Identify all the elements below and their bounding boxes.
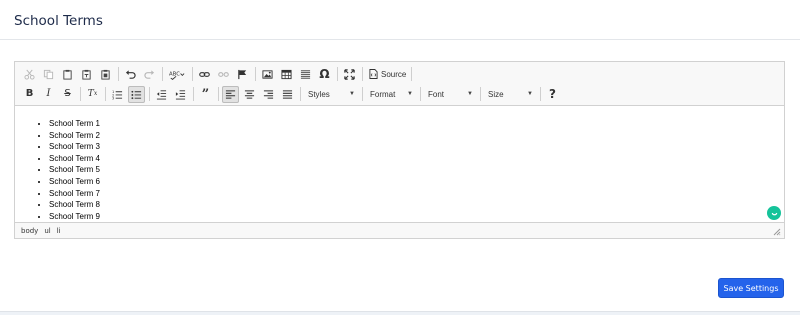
list-item: School Term 3 (49, 141, 100, 153)
copy-icon[interactable] (40, 66, 57, 83)
spellcheck-icon[interactable]: ABC (166, 66, 188, 83)
styles-label: Styles (308, 89, 330, 99)
page-title: School Terms (14, 13, 103, 29)
chevron-down-icon: ▼ (407, 91, 413, 97)
toolbar-separator (118, 67, 119, 81)
special-char-icon[interactable]: Ω (316, 66, 333, 83)
grammarly-icon[interactable] (767, 206, 781, 220)
chevron-down-icon: ▼ (467, 91, 473, 97)
paste-word-icon[interactable] (97, 66, 114, 83)
card-header: School Terms (0, 0, 800, 40)
toolbar-separator (362, 67, 363, 81)
list-item: School Term 1 (49, 118, 100, 130)
image-icon[interactable] (259, 66, 276, 83)
redo-icon[interactable] (141, 66, 158, 83)
outdent-icon[interactable] (153, 86, 170, 103)
indent-icon[interactable] (172, 86, 189, 103)
path-crumb-ul[interactable]: ul (44, 227, 50, 235)
format-label: Format (370, 89, 396, 99)
terms-list: School Term 1 School Term 2 School Term … (49, 118, 100, 222)
editor-content-area[interactable]: School Term 1 School Term 2 School Term … (15, 107, 784, 222)
font-dropdown[interactable]: Font ▼ (424, 86, 476, 103)
svg-text:3: 3 (112, 96, 115, 99)
path-crumb-li[interactable]: li (57, 227, 61, 235)
paste-icon[interactable] (59, 66, 76, 83)
italic-icon[interactable]: I (40, 86, 57, 103)
numbered-list-icon[interactable]: 123 (109, 86, 126, 103)
toolbar-separator (218, 87, 219, 101)
strikethrough-icon[interactable]: S (59, 86, 76, 103)
list-item: School Term 2 (49, 130, 100, 142)
toolbar-row-1: ABC Ω Source (21, 65, 415, 83)
source-icon (369, 69, 378, 79)
bold-icon[interactable]: B (21, 86, 38, 103)
svg-text:ABC: ABC (169, 71, 180, 77)
cut-icon[interactable] (21, 66, 38, 83)
toolbar-separator (337, 67, 338, 81)
align-center-icon[interactable] (241, 86, 258, 103)
toolbar-separator (80, 87, 81, 101)
size-label: Size (488, 89, 504, 99)
toolbar-separator (420, 87, 421, 101)
list-item: School Term 7 (49, 188, 100, 200)
toolbar-separator (411, 67, 413, 81)
unlink-icon[interactable] (215, 66, 232, 83)
list-item: School Term 8 (49, 199, 100, 211)
resize-handle-icon[interactable] (773, 228, 781, 236)
chevron-down-icon: ▼ (527, 91, 533, 97)
align-left-icon[interactable] (222, 85, 239, 103)
source-label: Source (381, 69, 407, 79)
chevron-down-icon: ▼ (349, 91, 355, 97)
toolbar-separator (255, 67, 256, 81)
source-button[interactable]: Source (366, 66, 409, 83)
help-button[interactable]: ? (544, 86, 561, 103)
anchor-flag-icon[interactable] (234, 66, 251, 83)
toolbar-separator (193, 87, 194, 101)
horizontal-line-icon[interactable] (297, 66, 314, 83)
toolbar-row-2: B I S Tx 123 ” Styles ▼ Format ▼ Font ▼ … (21, 85, 563, 103)
path-crumb-body[interactable]: body (21, 227, 38, 235)
editor-toolbar: ABC Ω Source B I S T x 1 2 3 ” Styles ▼ … (15, 62, 784, 106)
list-item: School Term 9 (49, 211, 100, 222)
list-item: School Term 5 (49, 164, 100, 176)
align-right-icon[interactable] (260, 86, 277, 103)
remove-format-icon[interactable]: Tx (84, 86, 101, 103)
toolbar-separator (192, 67, 193, 81)
table-icon[interactable] (278, 66, 295, 83)
styles-dropdown[interactable]: Styles ▼ (304, 86, 358, 103)
toolbar-separator (162, 67, 163, 81)
list-item: School Term 6 (49, 176, 100, 188)
toolbar-separator (300, 87, 301, 101)
rich-text-editor: ABC Ω Source B I S T x 1 2 3 ” Styles ▼ … (14, 61, 785, 239)
toolbar-separator (105, 87, 106, 101)
maximize-icon[interactable] (341, 66, 358, 83)
toolbar-separator (149, 87, 150, 101)
toolbar-separator (362, 87, 363, 101)
toolbar-separator (540, 87, 541, 101)
link-icon[interactable] (196, 66, 213, 83)
size-dropdown[interactable]: Size ▼ (484, 86, 536, 103)
list-item: School Term 4 (49, 153, 100, 165)
element-path-bar: body ul li (15, 222, 784, 238)
paste-text-icon[interactable] (78, 66, 95, 83)
font-label: Font (428, 89, 445, 99)
bulleted-list-icon[interactable] (128, 85, 145, 103)
format-dropdown[interactable]: Format ▼ (366, 86, 416, 103)
blockquote-icon[interactable]: ” (197, 86, 214, 103)
settings-card: School Terms ABC Ω Source B I S T x 1 2 … (0, 0, 800, 312)
save-settings-button[interactable]: Save Settings (718, 278, 784, 298)
undo-icon[interactable] (122, 66, 139, 83)
align-justify-icon[interactable] (279, 86, 296, 103)
toolbar-separator (480, 87, 481, 101)
